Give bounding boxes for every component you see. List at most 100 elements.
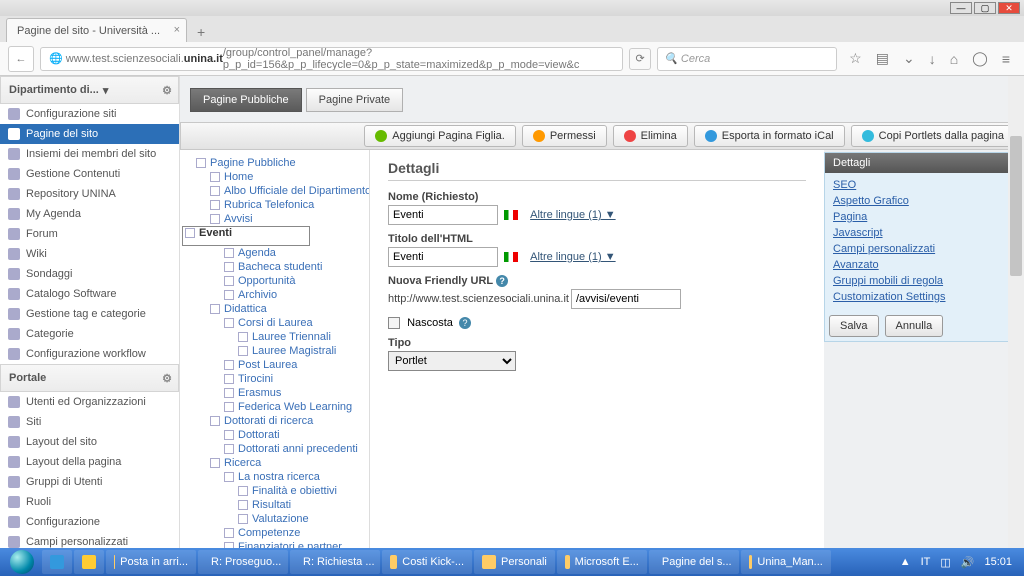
add-child-page-button[interactable]: Aggiungi Pagina Figlia. bbox=[364, 125, 516, 147]
permissions-button[interactable]: Permessi bbox=[522, 125, 607, 147]
sidebar-site-selector[interactable]: Dipartimento di...▾ ⚙ bbox=[0, 76, 179, 104]
minimize-button[interactable]: — bbox=[950, 2, 972, 14]
tree-node[interactable]: Competenze bbox=[182, 526, 367, 540]
sidebar-item[interactable]: Siti bbox=[0, 412, 179, 432]
panel-link[interactable]: Campi personalizzati bbox=[829, 241, 1009, 257]
tree-node[interactable]: Eventi bbox=[182, 226, 310, 246]
sidebar-item[interactable]: Categorie bbox=[0, 324, 179, 344]
sidebar-item[interactable]: Gestione Contenuti bbox=[0, 164, 179, 184]
system-tray[interactable]: ▲ IT ◫ 🔊 15:01 bbox=[892, 556, 1020, 569]
tree-node[interactable]: Archivio bbox=[182, 288, 367, 302]
type-select[interactable]: Portlet bbox=[388, 351, 516, 371]
sidebar-item[interactable]: Insiemi dei membri del sito bbox=[0, 144, 179, 164]
maximize-button[interactable]: ▢ bbox=[974, 2, 996, 14]
tree-node[interactable]: La nostra ricerca bbox=[182, 470, 367, 484]
tree-node[interactable]: Rubrica Telefonica bbox=[182, 198, 367, 212]
page-tree[interactable]: Pagine PubblicheHomeAlbo Ufficiale del D… bbox=[180, 150, 370, 548]
tray-lang[interactable]: IT bbox=[921, 556, 931, 568]
home-icon[interactable]: ⌂ bbox=[950, 51, 958, 67]
panel-link[interactable]: Aspetto Grafico bbox=[829, 193, 1009, 209]
panel-link[interactable]: SEO bbox=[829, 177, 1009, 193]
sidebar-section-portale[interactable]: Portale ⚙ bbox=[0, 364, 179, 392]
tree-node[interactable]: Erasmus bbox=[182, 386, 367, 400]
taskbar-item[interactable]: R: Richiesta ... bbox=[290, 550, 380, 574]
sidebar-item[interactable]: Configurazione bbox=[0, 512, 179, 532]
chat-icon[interactable]: ◯ bbox=[972, 50, 988, 67]
panel-link[interactable]: Javascript bbox=[829, 225, 1009, 241]
taskbar-item[interactable]: Pagine del s... bbox=[649, 550, 739, 574]
tree-node[interactable]: Dottorati bbox=[182, 428, 367, 442]
sidebar-item[interactable]: Pagine del sito bbox=[0, 124, 179, 144]
taskbar-item[interactable]: Costi Kick-... bbox=[382, 550, 472, 574]
tree-node[interactable]: Dottorati anni precedenti bbox=[182, 442, 367, 456]
tree-node[interactable]: Tirocini bbox=[182, 372, 367, 386]
sidebar-item[interactable]: Ruoli bbox=[0, 492, 179, 512]
tree-node[interactable]: Corsi di Laurea bbox=[182, 316, 367, 330]
tree-node[interactable]: Home bbox=[182, 170, 367, 184]
taskbar-item[interactable]: Personali bbox=[474, 550, 555, 574]
reload-button[interactable]: ⟳ bbox=[629, 48, 651, 70]
tree-node[interactable]: Federica Web Learning bbox=[182, 400, 367, 414]
tray-clock[interactable]: 15:01 bbox=[984, 556, 1012, 568]
export-ical-button[interactable]: Esporta in formato iCal bbox=[694, 125, 845, 147]
sidebar-item[interactable]: Gruppi di Utenti bbox=[0, 472, 179, 492]
scrollbar-thumb[interactable] bbox=[1010, 136, 1022, 276]
other-languages-link[interactable]: Altre lingue (1) ▼ bbox=[530, 209, 615, 221]
back-button[interactable]: ← bbox=[8, 46, 34, 72]
tree-node[interactable]: Valutazione bbox=[182, 512, 367, 526]
tree-node[interactable]: Bacheca studenti bbox=[182, 260, 367, 274]
taskbar-item[interactable]: R: Proseguo... bbox=[198, 550, 288, 574]
tree-node[interactable]: Opportunità bbox=[182, 274, 367, 288]
sidebar-item[interactable]: Repository UNINA bbox=[0, 184, 179, 204]
tree-node[interactable]: Albo Ufficiale del Dipartimento bbox=[182, 184, 367, 198]
taskbar-item[interactable]: Microsoft E... bbox=[557, 550, 647, 574]
pocket-icon[interactable]: ⌄ bbox=[903, 50, 915, 67]
tree-node[interactable]: Avvisi bbox=[182, 212, 367, 226]
gear-icon[interactable]: ⚙ bbox=[162, 84, 172, 97]
tree-node[interactable]: Lauree Triennali bbox=[182, 330, 367, 344]
tab-public-pages[interactable]: Pagine Pubbliche bbox=[190, 88, 302, 112]
html-title-input[interactable] bbox=[388, 247, 498, 267]
taskbar-pin[interactable] bbox=[74, 550, 104, 574]
copy-portlets-button[interactable]: Copi Portlets dalla pagina bbox=[851, 125, 1015, 147]
tray-network-icon[interactable]: ◫ bbox=[940, 556, 950, 569]
panel-link[interactable]: Avanzato bbox=[829, 257, 1009, 273]
other-languages-link[interactable]: Altre lingue (1) ▼ bbox=[530, 251, 615, 263]
taskbar-item[interactable]: Posta in arri... bbox=[106, 550, 196, 574]
taskbar-pin[interactable] bbox=[42, 550, 72, 574]
gear-icon[interactable]: ⚙ bbox=[162, 372, 172, 385]
panel-link[interactable]: Gruppi mobili di regola bbox=[829, 273, 1009, 289]
sidebar-item[interactable]: My Agenda bbox=[0, 204, 179, 224]
sidebar-item[interactable]: Campi personalizzati bbox=[0, 532, 179, 548]
tray-flag-icon[interactable]: ▲ bbox=[900, 556, 911, 568]
hidden-checkbox[interactable] bbox=[388, 317, 400, 329]
panel-link[interactable]: Customization Settings bbox=[829, 289, 1009, 305]
taskbar-item[interactable]: Unina_Man... bbox=[741, 550, 831, 574]
tree-node[interactable]: Lauree Magistrali bbox=[182, 344, 367, 358]
browser-tab[interactable]: Pagine del sito - Università ... × bbox=[6, 18, 187, 42]
address-bar[interactable]: 🌐 www.test.scienzesociali.unina.it/group… bbox=[40, 47, 623, 71]
close-tab-icon[interactable]: × bbox=[174, 24, 180, 36]
delete-button[interactable]: Elimina bbox=[613, 125, 688, 147]
save-button[interactable]: Salva bbox=[829, 315, 879, 337]
cancel-button[interactable]: Annulla bbox=[885, 315, 944, 337]
name-input[interactable] bbox=[388, 205, 498, 225]
sidebar-item[interactable]: Wiki bbox=[0, 244, 179, 264]
star-icon[interactable]: ☆ bbox=[849, 50, 862, 67]
help-icon[interactable]: ? bbox=[459, 317, 471, 329]
tree-node[interactable]: Didattica bbox=[182, 302, 367, 316]
menu-icon[interactable]: ≡ bbox=[1002, 51, 1010, 67]
tree-node[interactable]: Ricerca bbox=[182, 456, 367, 470]
list-icon[interactable]: ▤ bbox=[876, 50, 889, 67]
tree-node[interactable]: Dottorati di ricerca bbox=[182, 414, 367, 428]
start-button[interactable] bbox=[4, 548, 40, 576]
tree-node[interactable]: Finalità e obiettivi bbox=[182, 484, 367, 498]
sidebar-item[interactable]: Layout della pagina bbox=[0, 452, 179, 472]
tree-node[interactable]: Agenda bbox=[182, 246, 367, 260]
sidebar-item[interactable]: Layout del sito bbox=[0, 432, 179, 452]
panel-link[interactable]: Pagina bbox=[829, 209, 1009, 225]
tray-volume-icon[interactable]: 🔊 bbox=[961, 556, 975, 569]
tree-node[interactable]: Pagine Pubbliche bbox=[182, 156, 367, 170]
sidebar-item[interactable]: Gestione tag e categorie bbox=[0, 304, 179, 324]
sidebar-item[interactable]: Sondaggi bbox=[0, 264, 179, 284]
